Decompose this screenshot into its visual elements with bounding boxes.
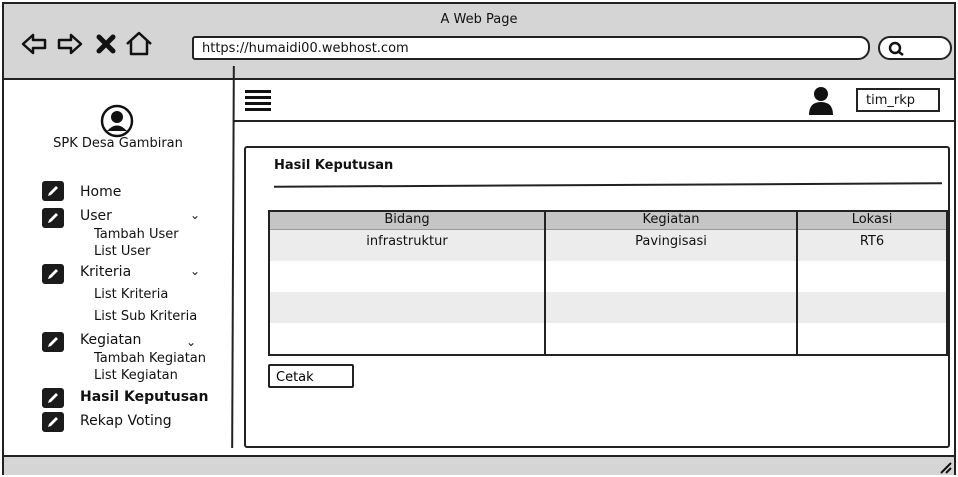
back-arrow-icon[interactable] <box>20 30 48 58</box>
sidebar-subitem-list-sub-kriteria[interactable]: List Sub Kriteria <box>94 309 197 324</box>
column-divider <box>544 212 546 354</box>
edit-icon <box>42 412 64 432</box>
resize-grip-icon[interactable] <box>938 459 952 477</box>
sidebar-divider <box>231 65 235 449</box>
edit-icon <box>42 181 64 201</box>
table-row <box>270 261 946 292</box>
chevron-down-icon[interactable]: ⌄ <box>186 335 196 349</box>
home-icon[interactable] <box>122 30 152 58</box>
url-input[interactable]: https://humaidi00.webhost.com <box>192 36 870 60</box>
result-table: Bidang Kegiatan Lokasi infrastruktur Pav… <box>268 210 948 356</box>
sidebar: SPK Desa Gambiran Home User ⌄ Tambah Use… <box>4 80 232 453</box>
username-field[interactable]: tim_rkp <box>856 88 940 112</box>
edit-icon <box>42 332 64 352</box>
hamburger-menu-icon[interactable] <box>245 90 271 112</box>
forward-arrow-icon[interactable] <box>56 30 84 58</box>
table-cell: Pavingisasi <box>635 234 707 249</box>
sidebar-item-user[interactable]: User <box>80 208 112 224</box>
sidebar-item-kegiatan[interactable]: Kegiatan <box>80 332 141 348</box>
column-header-bidang: Bidang <box>384 212 430 227</box>
page-title: Hasil Keputusan <box>274 158 394 173</box>
sidebar-subitem-tambah-kegiatan[interactable]: Tambah Kegiatan <box>94 351 206 366</box>
table-header: Bidang Kegiatan Lokasi <box>270 212 946 230</box>
status-bar <box>4 455 954 475</box>
chevron-down-icon[interactable]: ⌄ <box>190 264 200 278</box>
sidebar-subitem-tambah-user[interactable]: Tambah User <box>94 227 179 242</box>
table-row: infrastruktur Pavingisasi RT6 <box>270 230 946 261</box>
column-header-lokasi: Lokasi <box>851 212 893 227</box>
sidebar-subitem-list-kegiatan[interactable]: List Kegiatan <box>94 368 178 383</box>
table-row <box>270 292 946 323</box>
sidebar-item-home[interactable]: Home <box>80 184 121 200</box>
table-row <box>270 323 946 354</box>
close-x-icon[interactable] <box>92 30 120 58</box>
sidebar-subitem-list-user[interactable]: List User <box>94 244 151 259</box>
edit-icon <box>42 208 64 228</box>
window-title: A Web Page <box>440 12 518 27</box>
title-divider <box>273 182 943 188</box>
app-logo-avatar <box>100 104 134 138</box>
sidebar-subitem-list-kriteria[interactable]: List Kriteria <box>94 287 168 302</box>
search-icon <box>888 41 904 56</box>
table-cell: infrastruktur <box>366 234 448 249</box>
search-field[interactable] <box>878 36 952 60</box>
edit-icon <box>42 264 64 284</box>
browser-window: A Web Page https://humaidi00.webhost.com… <box>2 2 956 475</box>
column-divider <box>796 212 798 354</box>
table-cell: RT6 <box>859 234 885 249</box>
sidebar-item-kriteria[interactable]: Kriteria <box>80 264 131 280</box>
print-button[interactable]: Cetak <box>268 364 354 388</box>
app-name: SPK Desa Gambiran <box>53 136 183 151</box>
top-bar: tim_rkp <box>234 80 954 122</box>
sidebar-item-rekap-voting[interactable]: Rekap Voting <box>80 413 172 429</box>
column-header-kegiatan: Kegiatan <box>642 212 700 227</box>
browser-toolbar: A Web Page https://humaidi00.webhost.com <box>4 4 954 80</box>
user-icon[interactable] <box>808 86 834 120</box>
edit-icon <box>42 388 64 408</box>
chevron-down-icon[interactable]: ⌄ <box>190 208 200 222</box>
sidebar-item-hasil-keputusan[interactable]: Hasil Keputusan <box>80 389 208 405</box>
